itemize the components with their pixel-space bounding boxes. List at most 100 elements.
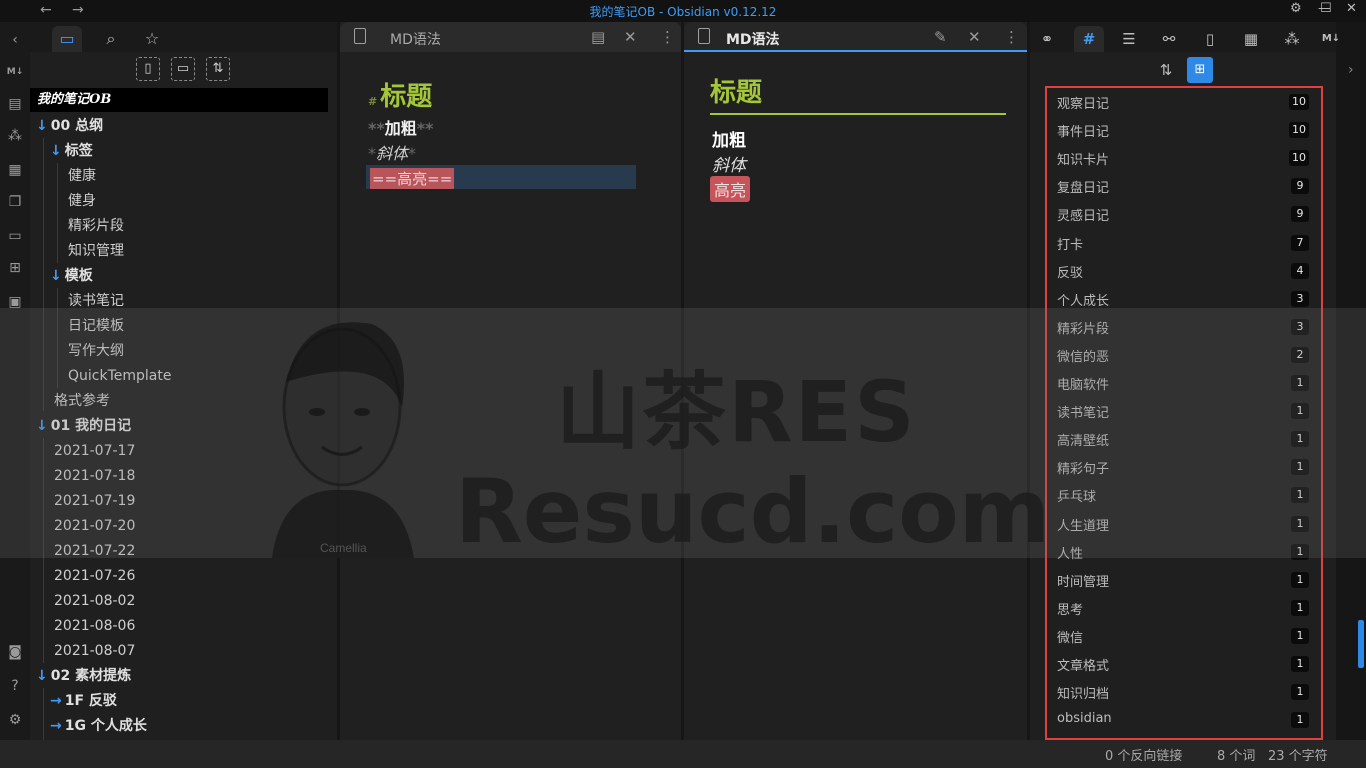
- source-highlight-line[interactable]: ==高亮==: [370, 168, 455, 189]
- tag-item[interactable]: 高清壁纸 1: [1057, 427, 1309, 451]
- new-note-icon[interactable]: ▯: [136, 57, 160, 81]
- source-bold-line[interactable]: **加粗**: [368, 115, 433, 139]
- outgoing-links-icon[interactable]: ⚯: [1154, 26, 1184, 52]
- graph-icon[interactable]: ⁂: [1277, 26, 1307, 52]
- link-icon[interactable]: ⚭: [1032, 26, 1062, 52]
- tree-file[interactable]: 2021-07-20: [54, 514, 135, 538]
- tree-file[interactable]: 健身: [68, 189, 96, 213]
- tree-file[interactable]: 读书笔记: [68, 289, 124, 313]
- search-icon[interactable]: ⌕: [96, 26, 126, 52]
- copy-icon[interactable]: ❐: [5, 192, 25, 212]
- arrow-right-icon[interactable]: →: [50, 693, 62, 709]
- scrollbar-thumb[interactable]: [1358, 620, 1364, 668]
- arrow-down-icon[interactable]: ↓: [36, 118, 48, 134]
- outline-icon[interactable]: ☰: [1114, 26, 1144, 52]
- tag-item[interactable]: 微信的恶 2: [1057, 343, 1309, 367]
- tree-file[interactable]: 2021-07-22: [54, 539, 135, 563]
- tag-item[interactable]: 知识归档 1: [1057, 680, 1309, 704]
- arrow-right-icon[interactable]: →: [50, 718, 62, 734]
- backlinks-count[interactable]: 0 个反向链接: [1105, 745, 1182, 764]
- tag-item[interactable]: 精彩片段 3: [1057, 315, 1309, 339]
- tree-file[interactable]: 2021-08-02: [54, 589, 135, 613]
- calendar-icon[interactable]: ▦: [5, 160, 25, 180]
- tree-folder[interactable]: ↓ 模板: [50, 264, 93, 288]
- tag-item[interactable]: 知识卡片 10: [1057, 146, 1309, 170]
- tag-item[interactable]: 时间管理 1: [1057, 568, 1309, 592]
- tree-folder[interactable]: ↓ 02 素材提炼: [36, 664, 131, 688]
- tag-icon[interactable]: #: [1074, 26, 1104, 52]
- tree-folder[interactable]: ↓ 01 我的日记: [36, 414, 131, 438]
- folder-icon[interactable]: ▭: [52, 26, 82, 52]
- tag-item[interactable]: 微信 1: [1057, 624, 1309, 648]
- source-heading[interactable]: # 标题: [368, 76, 432, 113]
- arrow-down-icon[interactable]: ↓: [36, 418, 48, 434]
- tag-item[interactable]: 观察日记 10: [1057, 90, 1309, 114]
- tag-item[interactable]: 精彩句子 1: [1057, 455, 1309, 479]
- chevron-right-icon[interactable]: ›: [1348, 62, 1354, 78]
- close-window-button[interactable]: ✕: [1346, 1, 1357, 16]
- more-options-icon[interactable]: ⋮: [660, 28, 675, 46]
- graph-icon[interactable]: ⁂: [5, 126, 25, 146]
- pane-title[interactable]: MD语法: [390, 29, 441, 49]
- tag-item[interactable]: obsidian 1: [1057, 708, 1309, 732]
- arrow-down-icon[interactable]: ↓: [50, 143, 62, 159]
- new-folder-icon[interactable]: ▭: [171, 57, 195, 81]
- tag-item[interactable]: 人性 1: [1057, 540, 1309, 564]
- sort-icon[interactable]: ⇅: [206, 57, 230, 81]
- tag-item[interactable]: 人生道理 1: [1057, 512, 1309, 536]
- arrow-down-icon[interactable]: ↓: [36, 668, 48, 684]
- layout-icon[interactable]: ⊞: [5, 258, 25, 278]
- tag-item[interactable]: 复盘日记 9: [1057, 174, 1309, 198]
- tree-folder[interactable]: ↓ 00 总纲: [36, 114, 103, 138]
- tree-file[interactable]: 2021-07-26: [54, 564, 135, 588]
- tag-item[interactable]: 思考 1: [1057, 596, 1309, 620]
- file-icon[interactable]: ▯: [1195, 26, 1225, 52]
- vault-icon[interactable]: ◙: [5, 642, 25, 662]
- pane-title[interactable]: MD语法: [726, 29, 780, 49]
- settings-icon[interactable]: ⚙: [5, 710, 25, 730]
- window-settings-icon[interactable]: ⚙: [1290, 1, 1302, 16]
- back-icon[interactable]: ‹: [5, 30, 25, 50]
- tag-item[interactable]: 反驳 4: [1057, 259, 1309, 283]
- close-pane-icon[interactable]: ✕: [624, 28, 637, 46]
- tree-folder[interactable]: → 1G 个人成长: [50, 714, 147, 738]
- tree-file[interactable]: QuickTemplate: [68, 364, 171, 388]
- star-icon[interactable]: ☆: [137, 26, 167, 52]
- tree-file[interactable]: 2021-08-07: [54, 639, 135, 663]
- tree-view-icon[interactable]: ⊞: [1187, 57, 1213, 83]
- tag-item[interactable]: 灵感日记 9: [1057, 202, 1309, 226]
- edit-pencil-icon[interactable]: ✎: [934, 28, 947, 46]
- tree-file[interactable]: 格式参考: [54, 389, 110, 413]
- close-pane-icon[interactable]: ✕: [968, 28, 981, 46]
- markdown-icon[interactable]: M↓: [5, 62, 25, 82]
- file-icon[interactable]: ▤: [5, 94, 25, 114]
- source-italic-line[interactable]: *斜体*: [368, 140, 416, 164]
- maximize-button[interactable]: ☐: [1320, 1, 1332, 16]
- tree-folder[interactable]: ↓ 标签: [50, 139, 93, 163]
- tree-file[interactable]: 2021-08-06: [54, 614, 135, 638]
- tree-file[interactable]: 健康: [68, 164, 96, 188]
- tree-file[interactable]: 日记模板: [68, 314, 124, 338]
- preview-toggle-icon[interactable]: ▤: [591, 28, 605, 46]
- tree-file[interactable]: 2021-07-17: [54, 439, 135, 463]
- tag-item[interactable]: 事件日记 10: [1057, 118, 1309, 142]
- tag-item[interactable]: 打卡 7: [1057, 231, 1309, 255]
- help-icon[interactable]: ?: [5, 676, 25, 696]
- tree-file[interactable]: 2021-07-18: [54, 464, 135, 488]
- tree-file[interactable]: 写作大纲: [68, 339, 124, 363]
- tree-folder[interactable]: → 1F 反驳: [50, 689, 117, 713]
- slides-icon[interactable]: ▭: [5, 226, 25, 246]
- arrow-down-icon[interactable]: ↓: [50, 268, 62, 284]
- tree-file[interactable]: 精彩片段: [68, 214, 124, 238]
- vault-name[interactable]: 我的笔记OB: [30, 88, 328, 112]
- tag-item[interactable]: 读书笔记 1: [1057, 399, 1309, 423]
- tag-item[interactable]: 电脑软件 1: [1057, 371, 1309, 395]
- archive-icon[interactable]: ▣: [5, 292, 25, 312]
- tag-item[interactable]: 乒乓球 1: [1057, 483, 1309, 507]
- more-options-icon[interactable]: ⋮: [1004, 28, 1019, 46]
- sort-icon[interactable]: ⇅: [1154, 58, 1178, 82]
- tree-file[interactable]: 知识管理: [68, 239, 124, 263]
- calendar-icon[interactable]: ▦: [1236, 26, 1266, 52]
- tag-item[interactable]: 文章格式 1: [1057, 652, 1309, 676]
- tag-item[interactable]: 个人成长 3: [1057, 287, 1309, 311]
